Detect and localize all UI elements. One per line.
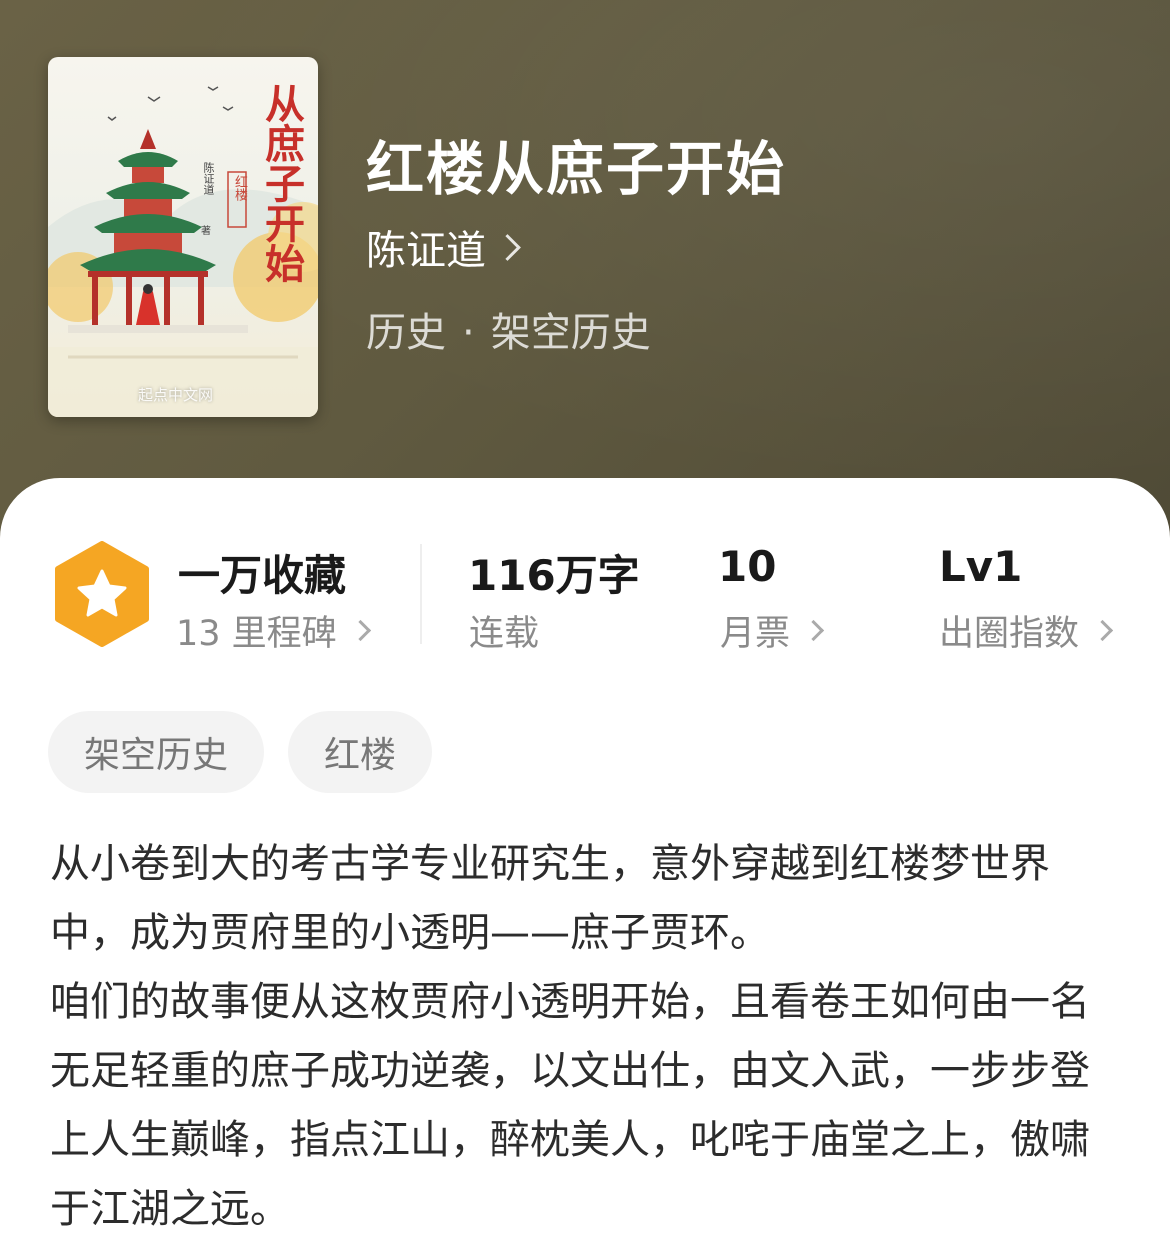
subcategory-label: 架空历史 xyxy=(490,310,651,356)
chevron-right-icon xyxy=(1091,619,1114,642)
stats-row: 一万收藏 13 里程碑 116万字 连载 10 月票 Lv1 出圈指数 xyxy=(0,478,1170,678)
serial-status-label: 连载 xyxy=(469,614,540,654)
cover-author-suffix: 著 xyxy=(201,226,211,237)
popularity-level: Lv1 xyxy=(939,542,1023,591)
milestone-label: 13 里程碑 xyxy=(176,614,337,654)
stats-divider xyxy=(420,544,422,644)
description-paragraph: 从小卷到大的考古学专业研究生，意外穿越到红楼梦世界中，成为贾府里的小透明——庶子… xyxy=(50,841,1050,956)
book-description[interactable]: 从小卷到大的考古学专业研究生，意外穿越到红楼梦世界中，成为贾府里的小透明——庶子… xyxy=(50,830,1120,1244)
monthly-ticket-label: 月票 xyxy=(720,614,791,654)
chevron-right-icon xyxy=(802,619,825,642)
category-label: 历史 xyxy=(366,310,446,356)
tag-chip[interactable]: 架空历史 xyxy=(48,711,265,793)
word-count: 116万字 xyxy=(468,551,640,600)
monthly-ticket-count: 10 xyxy=(718,542,777,591)
book-detail-card: 一万收藏 13 里程碑 116万字 连载 10 月票 Lv1 出圈指数 架空历史… xyxy=(0,478,1170,1254)
cover-title-text: 从庶子开始 xyxy=(258,83,305,283)
book-title: 红楼从庶子开始 xyxy=(366,135,787,203)
category-separator: · xyxy=(462,310,475,356)
author-link[interactable]: 陈证道 xyxy=(366,218,521,276)
cover-series-text: 红楼 xyxy=(232,175,247,201)
tag-chip[interactable]: 红楼 xyxy=(288,711,433,793)
serial-status: 连载 xyxy=(469,605,539,656)
chevron-right-icon xyxy=(494,233,521,261)
cover-author-text: 陈证道 xyxy=(202,162,215,195)
collection-count: 一万收藏 xyxy=(178,551,347,600)
star-icon xyxy=(55,541,149,647)
description-paragraph: 咱们的故事便从这枚贾府小透明开始，且看卷王如何由一名无足轻重的庶子成功逆袭，以文… xyxy=(50,979,1090,1232)
cover-publisher-watermark: 起点中文网 xyxy=(138,386,214,404)
category-line: 历史 · 架空历史 xyxy=(366,300,651,358)
popularity-index-link[interactable]: 出圈指数 xyxy=(939,605,1114,656)
tag-list: 架空历史 红楼 xyxy=(48,711,433,793)
popularity-index-label: 出圈指数 xyxy=(939,614,1080,654)
monthly-ticket-link[interactable]: 月票 xyxy=(720,605,825,656)
chevron-right-icon xyxy=(349,619,371,642)
author-name: 陈证道 xyxy=(366,228,486,274)
milestone-link[interactable]: 13 里程碑 xyxy=(176,605,371,656)
book-cover[interactable]: 从庶子开始 红楼 陈证道 著 起点中文网 xyxy=(48,57,318,417)
